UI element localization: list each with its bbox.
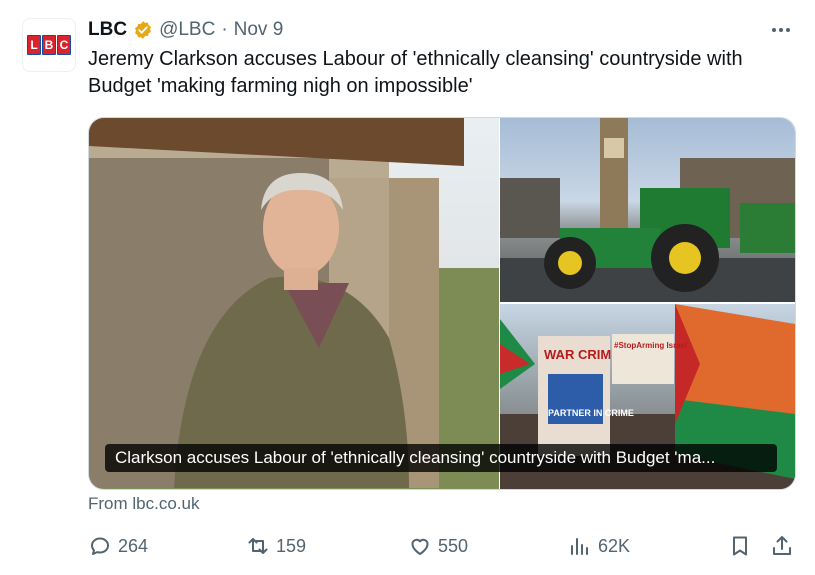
verified-icon — [135, 21, 151, 39]
tweet-header: LBC @LBC · Nov 9 — [88, 18, 283, 42]
separator-dot: · — [221, 19, 228, 40]
views-button[interactable]: 62K — [568, 530, 630, 562]
card-caption[interactable]: Clarkson accuses Labour of 'ethnically c… — [105, 444, 777, 472]
like-count: 550 — [438, 535, 469, 556]
repost-count: 159 — [276, 535, 307, 556]
like-icon — [411, 538, 429, 555]
sign-partner-in-crime: PARTNER IN CRIME — [548, 408, 634, 418]
views-icon — [571, 538, 588, 555]
sign-stop-arming: #StopArming Israel — [614, 341, 687, 350]
repost-icon — [248, 538, 268, 554]
timestamp[interactable]: Nov 9 — [234, 19, 284, 41]
handle[interactable]: @LBC — [159, 19, 215, 41]
lbc-logo: L B C — [27, 35, 71, 55]
bookmark-icon — [733, 536, 747, 556]
share-button[interactable] — [770, 530, 800, 562]
tweet-text: Jeremy Clarkson accuses Labour of 'ethni… — [88, 48, 743, 97]
more-icon[interactable] — [769, 18, 793, 42]
reply-button[interactable]: 264 — [88, 530, 148, 562]
views-count: 62K — [598, 535, 631, 556]
logo-letter-c: C — [57, 35, 71, 55]
reply-icon — [91, 537, 109, 555]
reply-count: 264 — [118, 535, 149, 556]
share-icon — [773, 536, 791, 555]
logo-letter-l: L — [27, 35, 41, 55]
repost-button[interactable]: 159 — [246, 530, 306, 562]
action-bar: 264 159 550 62K — [0, 530, 815, 562]
bookmark-button[interactable] — [728, 530, 758, 562]
tractor-photo — [500, 118, 795, 302]
link-card-media[interactable]: WAR CRIMINAL PARTNER IN CRIME #StopArmin… — [88, 117, 796, 490]
logo-letter-b: B — [42, 35, 56, 55]
display-name[interactable]: LBC — [88, 19, 127, 41]
like-button[interactable]: 550 — [408, 530, 468, 562]
card-source[interactable]: From lbc.co.uk — [88, 494, 199, 514]
avatar[interactable]: L B C — [22, 18, 76, 72]
clarkson-photo — [89, 118, 499, 489]
